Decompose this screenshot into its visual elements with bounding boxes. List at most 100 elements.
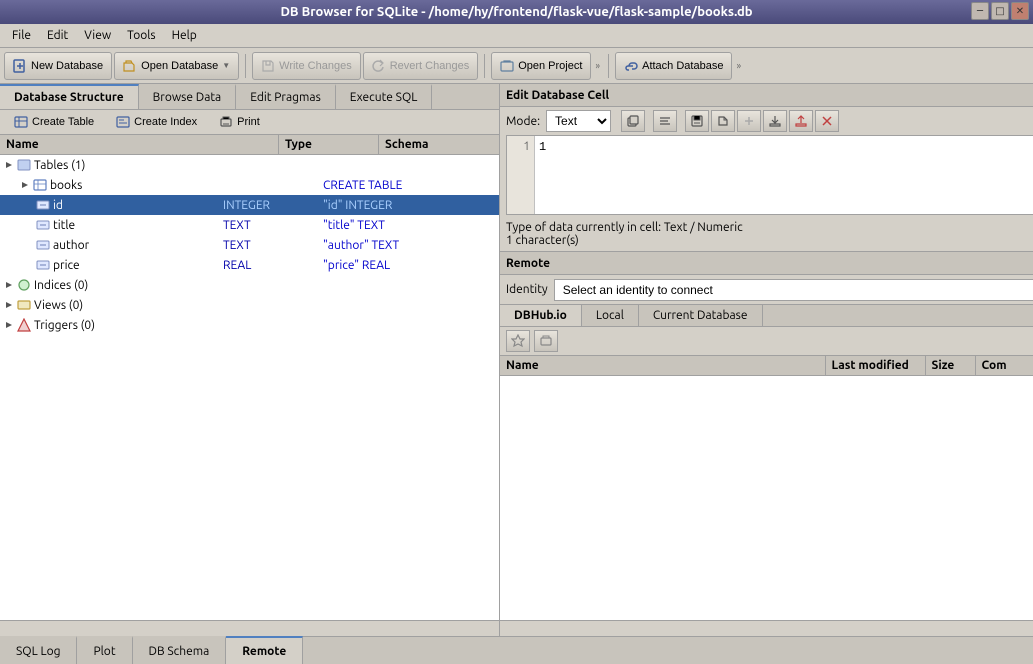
remote-tab-dbhubio[interactable]: DBHub.io [500, 305, 582, 326]
copy-icon [627, 115, 639, 127]
upload-icon [795, 115, 807, 127]
identity-select[interactable]: Select an identity to connect [554, 279, 1033, 301]
print-button[interactable]: Print [211, 113, 268, 131]
left-hscroll[interactable] [0, 620, 499, 636]
print-icon [219, 115, 233, 129]
bottom-tab-plot[interactable]: Plot [77, 636, 132, 664]
create-table-button[interactable]: Create Table [6, 113, 102, 131]
tab-browse-data[interactable]: Browse Data [139, 84, 237, 109]
window-title: DB Browser for SQLite - /home/hy/fronten… [280, 5, 752, 19]
mode-row: Mode: Text Binary Null [500, 107, 1033, 135]
expand-right-icon [4, 280, 14, 290]
cell-status: Type of data currently in cell: Text / N… [500, 219, 1033, 251]
remote-tool-icon-2 [539, 334, 553, 348]
cell-line-numbers: 1 [507, 136, 535, 214]
menu-help[interactable]: Help [164, 27, 205, 44]
attach-database-label: Attach Database [642, 60, 723, 72]
cell-tool-save[interactable] [685, 110, 709, 132]
open-project-label: Open Project [518, 60, 582, 72]
list-item[interactable]: price REAL "price" REAL [0, 255, 499, 275]
remote-tab-current-database[interactable]: Current Database [639, 305, 763, 326]
cell-content[interactable]: 1 [535, 136, 1033, 214]
expand-triangle-icon [20, 180, 30, 190]
views-icon [17, 298, 31, 312]
remote-tool-icon-1 [511, 334, 525, 348]
save-icon [691, 115, 703, 127]
left-panel: Database Structure Browse Data Edit Prag… [0, 84, 500, 636]
list-item[interactable]: Tables (1) [0, 155, 499, 175]
list-item[interactable]: author TEXT "author" TEXT [0, 235, 499, 255]
rtcol-com-header: Com [976, 356, 1033, 375]
identity-row: Identity Select an identity to connect U… [500, 275, 1033, 305]
project-icon [500, 59, 514, 73]
main-layout: Database Structure Browse Data Edit Prag… [0, 84, 1033, 636]
new-db-icon [13, 59, 27, 73]
revert-icon [372, 59, 386, 73]
cell-tool-align[interactable] [653, 110, 677, 132]
cell-tool-copy[interactable] [621, 110, 645, 132]
edit-cell-panel: Edit Database Cell ⊞ ✕ Mode: Text Binary… [500, 84, 1033, 252]
remote-hscroll[interactable] [500, 620, 1033, 636]
download-icon [769, 115, 781, 127]
menu-file[interactable]: File [4, 27, 39, 44]
cell-char-count: 1 character(s) [506, 234, 743, 247]
create-index-button[interactable]: Create Index [108, 113, 205, 131]
mode-select[interactable]: Text Binary Null [546, 110, 611, 132]
list-item[interactable]: Triggers (0) [0, 315, 499, 335]
menu-edit[interactable]: Edit [39, 27, 76, 44]
remote-tab-local[interactable]: Local [582, 305, 639, 326]
cell-tool-null[interactable] [737, 110, 761, 132]
null-icon [743, 115, 755, 127]
open-database-expand[interactable]: ▼ [222, 61, 230, 70]
attach-database-button[interactable]: Attach Database [615, 52, 732, 80]
expand-right-icon [4, 320, 14, 330]
field-icon [36, 218, 50, 232]
close-button[interactable]: ✕ [1011, 2, 1029, 20]
rtcol-modified-header: Last modified [826, 356, 926, 375]
right-panel: Edit Database Cell ⊞ ✕ Mode: Text Binary… [500, 84, 1033, 636]
list-item[interactable]: id INTEGER "id" INTEGER [0, 195, 499, 215]
tree-body: Tables (1) books CREATE TABLE id [0, 155, 499, 620]
minimize-button[interactable]: ─ [971, 2, 989, 20]
list-item[interactable]: books CREATE TABLE [0, 175, 499, 195]
cell-tool-delete[interactable] [815, 110, 839, 132]
new-database-button[interactable]: New Database [4, 52, 112, 80]
tree-header: Name Type Schema [0, 135, 499, 155]
list-item[interactable]: Views (0) [0, 295, 499, 315]
cell-editor: 1 1 [506, 135, 1033, 215]
indices-icon [17, 278, 31, 292]
tree-col-type-header: Type [279, 135, 379, 154]
list-item[interactable]: title TEXT "title" TEXT [0, 215, 499, 235]
field-icon [36, 198, 50, 212]
remote-tool-2[interactable] [534, 330, 558, 352]
remote-tool-1[interactable] [506, 330, 530, 352]
tab-edit-pragmas[interactable]: Edit Pragmas [236, 84, 336, 109]
open-db-icon [123, 59, 137, 73]
bottom-tab-remote[interactable]: Remote [226, 636, 303, 664]
menu-tools[interactable]: Tools [119, 27, 164, 44]
bottom-tab-db-schema[interactable]: DB Schema [133, 636, 227, 664]
expand-right-icon [4, 300, 14, 310]
toolbar-more-1[interactable]: » [593, 60, 602, 71]
tab-execute-sql[interactable]: Execute SQL [336, 84, 433, 109]
revert-changes-button[interactable]: Revert Changes [363, 52, 479, 80]
write-changes-button[interactable]: Write Changes [252, 52, 361, 80]
remote-tabs: DBHub.io Local Current Database [500, 305, 1033, 327]
bottom-tab-sql-log[interactable]: SQL Log [0, 636, 77, 664]
open-project-button[interactable]: Open Project [491, 52, 591, 80]
maximize-button[interactable]: □ [991, 2, 1009, 20]
toolbar-more-2[interactable]: » [734, 60, 743, 71]
mode-label: Mode: [506, 115, 540, 128]
open-database-button[interactable]: Open Database ▼ [114, 52, 239, 80]
remote-table-header: Name Last modified Size Com [500, 356, 1033, 376]
title-bar: DB Browser for SQLite - /home/hy/fronten… [0, 0, 1033, 24]
remote-body [500, 376, 1033, 620]
window-controls[interactable]: ─ □ ✕ [971, 2, 1029, 20]
tab-database-structure[interactable]: Database Structure [0, 84, 139, 109]
cell-tool-load[interactable] [711, 110, 735, 132]
menu-view[interactable]: View [76, 27, 119, 44]
list-item[interactable]: Indices (0) [0, 275, 499, 295]
cell-tool-upload2[interactable] [789, 110, 813, 132]
load-icon [717, 115, 729, 127]
cell-tool-download[interactable] [763, 110, 787, 132]
